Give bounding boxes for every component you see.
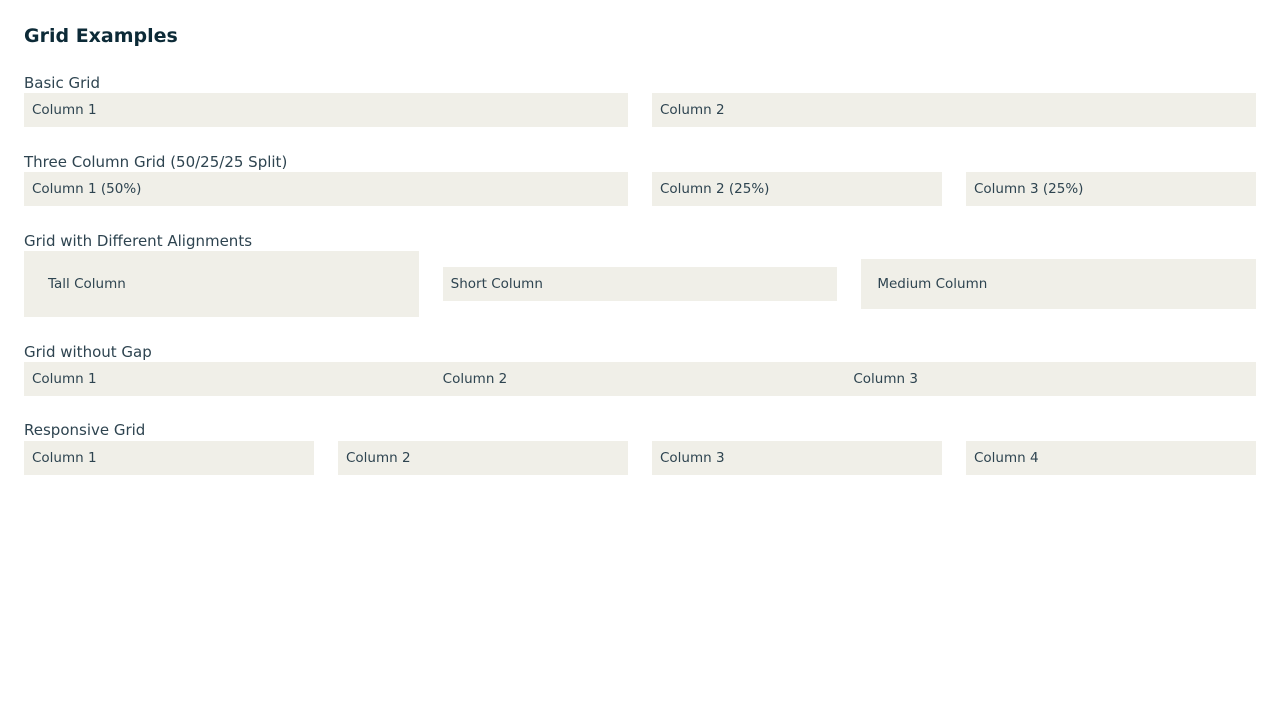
cell-label: Column 4 (974, 450, 1039, 466)
cell-label: Column 2 (660, 102, 725, 118)
cell-label: Column 1 (32, 450, 97, 466)
no-gap-grid-column-1: Column 1 (24, 362, 435, 396)
responsive-grid-column-1: Column 1 (24, 441, 314, 475)
page-title: Grid Examples (24, 25, 178, 47)
cell-label: Column 2 (346, 450, 411, 466)
no-gap-grid-label: Grid without Gap (24, 343, 152, 361)
cell-label: Column 1 (32, 371, 97, 387)
three-column-grid-column-1: Column 1 (50%) (24, 172, 628, 206)
cell-label: Column 1 (50%) (32, 181, 142, 197)
alignment-grid-short-column: Short Column (442, 267, 838, 301)
three-column-grid-label: Three Column Grid (50/25/25 Split) (24, 153, 288, 171)
cell-label: Column 2 (442, 371, 508, 387)
cell-label: Tall Column (48, 276, 126, 292)
responsive-grid-column-4: Column 4 (966, 441, 1256, 475)
responsive-grid: Column 1 Column 2 Column 3 Column 4 (24, 441, 1256, 475)
three-column-grid-column-3: Column 3 (25%) (966, 172, 1256, 206)
basic-grid-column-1: Column 1 (24, 93, 628, 127)
alignment-grid-medium-column: Medium Column (861, 259, 1256, 309)
alignment-grid-label: Grid with Different Alignments (24, 232, 253, 250)
three-column-grid-column-2: Column 2 (25%) (652, 172, 942, 206)
three-column-grid: Column 1 (50%) Column 2 (25%) Column 3 (… (24, 172, 1256, 206)
no-gap-grid-column-3: Column 3 (845, 362, 1257, 396)
cell-label: Medium Column (877, 276, 988, 292)
responsive-grid-column-2: Column 2 (338, 441, 628, 475)
cell-label: Column 3 (660, 450, 725, 466)
basic-grid: Column 1 Column 2 (24, 93, 1256, 127)
responsive-grid-column-3: Column 3 (652, 441, 942, 475)
no-gap-grid-column-2: Column 2 (434, 362, 846, 396)
alignment-grid-tall-column: Tall Column (24, 251, 419, 317)
basic-grid-label: Basic Grid (24, 74, 100, 92)
cell-label: Column 2 (25%) (660, 181, 770, 197)
cell-label: Column 3 (853, 371, 918, 387)
alignment-grid: Tall Column Short Column Medium Column (24, 251, 1256, 317)
cell-label: Column 3 (25%) (974, 181, 1084, 197)
responsive-grid-label: Responsive Grid (24, 421, 146, 439)
cell-label: Short Column (450, 276, 543, 292)
basic-grid-column-2: Column 2 (652, 93, 1256, 127)
no-gap-grid: Column 1 Column 2 Column 3 (24, 362, 1257, 396)
cell-label: Column 1 (32, 102, 97, 118)
